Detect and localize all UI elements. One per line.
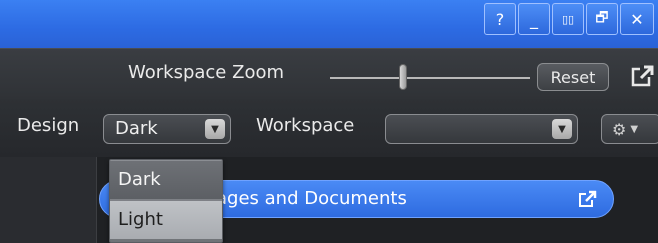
minimize-button[interactable]: _ (518, 3, 550, 35)
design-option-dark[interactable]: Dark (110, 161, 222, 199)
split-view-button[interactable]: ▯▯ (552, 3, 584, 35)
workspace-select[interactable]: ▼ (385, 114, 578, 144)
workspace-area: ages and Documents (0, 157, 658, 243)
chevron-down-icon[interactable]: ▼ (205, 119, 225, 139)
design-dropdown-menu: Dark Light (109, 159, 223, 243)
workspace-label: Workspace (256, 115, 355, 136)
settings-button[interactable]: ⚙ ▼ (601, 114, 658, 144)
reset-button[interactable]: Reset (537, 63, 609, 91)
close-button[interactable]: ✕ (620, 3, 654, 35)
gear-icon: ⚙ (612, 119, 627, 139)
design-select[interactable]: Dark ▼ (103, 114, 231, 144)
window-controls: ? _ ▯▯ 🗗 ✕ (484, 3, 654, 35)
images-and-documents-label: ages and Documents (216, 188, 407, 209)
design-label: Design (17, 115, 80, 136)
help-button[interactable]: ? (484, 3, 516, 35)
design-option-light[interactable]: Light (110, 201, 222, 239)
external-open-icon[interactable] (579, 190, 597, 208)
chevron-down-icon[interactable]: ▼ (552, 119, 572, 139)
design-toolbar: Design Dark ▼ Workspace ▼ ⚙ ▼ (0, 99, 658, 157)
zoom-slider-thumb[interactable] (399, 64, 407, 90)
workspace-zoom-label: Workspace Zoom (128, 62, 284, 83)
zoom-toolbar: Workspace Zoom Reset (0, 48, 658, 99)
design-select-value: Dark (115, 118, 158, 139)
title-bar: ? _ ▯▯ 🗗 ✕ (0, 0, 658, 48)
chevron-down-icon: ▼ (630, 123, 639, 135)
zoom-slider-track[interactable] (330, 77, 530, 79)
restore-button[interactable]: 🗗 (586, 3, 618, 35)
left-panel (0, 157, 97, 243)
popout-icon[interactable] (630, 63, 656, 89)
